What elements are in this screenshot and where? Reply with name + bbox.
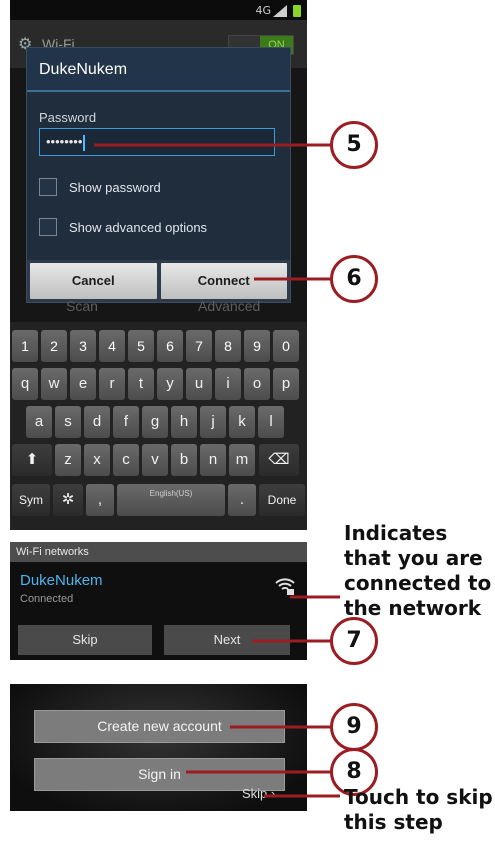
skip-note-line: Touch to skip [344, 785, 493, 809]
skip-note-line: this step [344, 810, 443, 834]
connected-note: Indicates that you are connected to the … [344, 521, 491, 621]
step-6-badge: 6 [330, 255, 378, 303]
step-5-badge: 5 [330, 121, 378, 169]
skip-note: Touch to skip this step [344, 785, 493, 835]
step-7-badge: 7 [330, 617, 378, 665]
step-9-badge: 9 [330, 703, 378, 751]
connected-note-line: that you are [344, 546, 483, 570]
connected-note-line: connected to [344, 571, 492, 595]
connected-note-line: the network [344, 596, 482, 620]
callout-lines [94, 143, 340, 798]
connected-note-line: Indicates [344, 521, 448, 545]
